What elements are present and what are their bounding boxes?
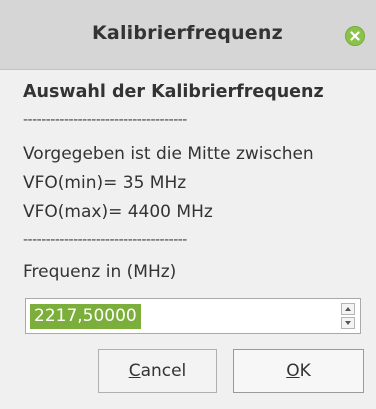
dialog-title: Kalibrierfrequenz [92, 22, 283, 44]
separator-line: ------------------------------------ [23, 112, 187, 128]
spin-down-button[interactable] [341, 317, 355, 329]
cancel-label: ancel [140, 361, 187, 381]
arrow-up-icon [345, 307, 351, 311]
section-heading: Auswahl der Kalibrierfrequenz [23, 82, 324, 102]
cancel-mnemonic: C [128, 361, 141, 381]
ok-label: K [299, 361, 311, 381]
separator-line: ------------------------------------ [23, 232, 187, 248]
close-icon [350, 31, 360, 41]
spin-arrows [341, 303, 355, 329]
frequency-label: Frequenz in (MHz) [23, 262, 177, 282]
spin-up-button[interactable] [341, 303, 355, 315]
ok-button[interactable]: OK [233, 349, 364, 393]
arrow-down-icon [345, 321, 351, 325]
calibration-dialog: Kalibrierfrequenz Auswahl der Kalibrierf… [0, 0, 376, 409]
title-bar[interactable]: Kalibrierfrequenz [0, 0, 376, 70]
vfo-max-text: VFO(max)= 4400 MHz [23, 202, 213, 222]
cancel-button[interactable]: Cancel [98, 349, 217, 393]
vfo-min-text: VFO(min)= 35 MHz [23, 173, 187, 193]
close-button[interactable] [345, 26, 365, 46]
info-text: Vorgegeben ist die Mitte zwischen [23, 144, 314, 164]
ok-mnemonic: O [286, 361, 300, 381]
frequency-spinbox[interactable]: 2217,50000 [25, 298, 361, 334]
frequency-value[interactable]: 2217,50000 [30, 304, 141, 329]
